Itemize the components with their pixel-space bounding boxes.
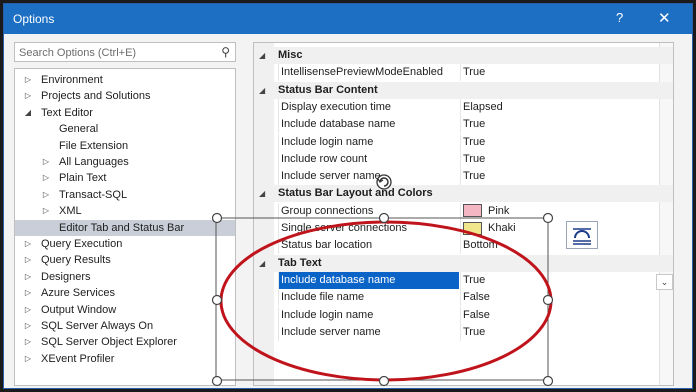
resize-handle-left [211, 294, 223, 306]
resize-handle-bottom [378, 375, 390, 387]
resize-handle-bottom-right [542, 375, 554, 387]
resize-handle-right [542, 294, 554, 306]
resize-handle-top [378, 212, 390, 224]
annotation-overlay [211, 174, 554, 387]
resize-handle-top-right [542, 212, 554, 224]
rotate-icon [376, 174, 392, 190]
highlight-ellipse [219, 220, 553, 382]
resize-handle-bottom-left [211, 375, 223, 387]
options-dialog: Options ? ✕ Search Options (Ctrl+E) ⚲ ▷ E… [3, 3, 693, 389]
resize-handle-top-left [211, 212, 223, 224]
